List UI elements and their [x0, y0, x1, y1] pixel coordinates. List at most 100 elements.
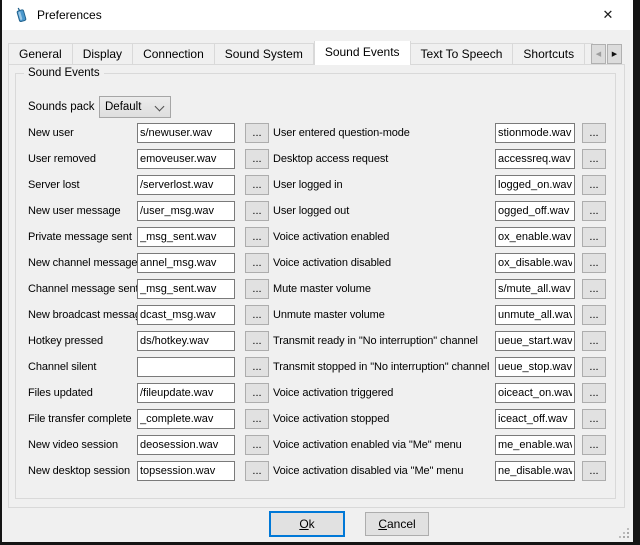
ok-button[interactable]: Ok: [269, 511, 345, 537]
tab-sound-system[interactable]: Sound System: [215, 43, 314, 65]
tab-sound-events[interactable]: Sound Events: [314, 41, 411, 65]
browse-button-right[interactable]: ...: [582, 123, 606, 143]
event-label-right: Mute master volume: [273, 283, 495, 295]
browse-button-right[interactable]: ...: [582, 305, 606, 325]
sound-file-input-left[interactable]: [137, 175, 235, 195]
tab-shortcuts[interactable]: Shortcuts: [513, 43, 585, 65]
sound-file-input-left[interactable]: [137, 123, 235, 143]
sound-file-input-right[interactable]: [495, 279, 575, 299]
sound-file-input-right[interactable]: [495, 253, 575, 273]
tab-scroll-right-icon[interactable]: ▶: [607, 44, 622, 64]
sound-file-input-right[interactable]: [495, 227, 575, 247]
event-label-left: Server lost: [28, 179, 137, 191]
browse-button-left[interactable]: ...: [245, 201, 269, 221]
event-label-left: User removed: [28, 153, 137, 165]
sound-event-row: New channel message ... Voice activation…: [28, 253, 615, 273]
sounds-pack-row: Sounds pack Default: [28, 96, 615, 118]
sound-file-input-left[interactable]: [137, 227, 235, 247]
close-button[interactable]: ✕: [589, 0, 627, 30]
event-label-left: Files updated: [28, 387, 137, 399]
browse-button-right[interactable]: ...: [582, 149, 606, 169]
sound-file-input-left[interactable]: [137, 461, 235, 481]
event-label-right: User entered question-mode: [273, 127, 495, 139]
browse-button-left[interactable]: ...: [245, 435, 269, 455]
browse-button-left[interactable]: ...: [245, 149, 269, 169]
sound-file-input-right[interactable]: [495, 461, 575, 481]
sound-file-input-right[interactable]: [495, 201, 575, 221]
browse-button-right[interactable]: ...: [582, 461, 606, 481]
browse-button-right[interactable]: ...: [582, 357, 606, 377]
sound-file-input-right[interactable]: [495, 435, 575, 455]
sound-file-input-left[interactable]: [137, 383, 235, 403]
tab-display[interactable]: Display: [73, 43, 133, 65]
sound-file-input-right[interactable]: [495, 331, 575, 351]
tab-connection[interactable]: Connection: [133, 43, 215, 65]
browse-button-left[interactable]: ...: [245, 357, 269, 377]
event-label-right: Desktop access request: [273, 153, 495, 165]
sound-file-input-left[interactable]: [137, 357, 235, 377]
browse-button-right[interactable]: ...: [582, 279, 606, 299]
cancel-button[interactable]: Cancel: [365, 512, 429, 536]
browse-button-right[interactable]: ...: [582, 435, 606, 455]
browse-button-right[interactable]: ...: [582, 253, 606, 273]
browse-button-right[interactable]: ...: [582, 331, 606, 351]
browse-button-right[interactable]: ...: [582, 227, 606, 247]
sound-file-input-left[interactable]: [137, 305, 235, 325]
sounds-pack-label: Sounds pack: [28, 101, 99, 113]
sound-file-input-left[interactable]: [137, 201, 235, 221]
sound-event-row: File transfer complete ... Voice activat…: [28, 409, 615, 429]
sound-event-row: New desktop session ... Voice activation…: [28, 461, 615, 481]
sound-file-input-left[interactable]: [137, 279, 235, 299]
sound-file-input-left[interactable]: [137, 149, 235, 169]
event-label-left: Private message sent: [28, 231, 137, 243]
sound-event-row: New user ... User entered question-mode …: [28, 123, 615, 143]
browse-button-left[interactable]: ...: [245, 175, 269, 195]
browse-button-right[interactable]: ...: [582, 201, 606, 221]
tab-text-to-speech[interactable]: Text To Speech: [411, 43, 514, 65]
sound-event-row: Channel message sent ... Mute master vol…: [28, 279, 615, 299]
browse-button-left[interactable]: ...: [245, 409, 269, 429]
event-label-left: New channel message: [28, 257, 137, 269]
sound-events-groupbox: Sound Events Sounds pack Default New use…: [15, 73, 616, 499]
sounds-pack-select[interactable]: Default: [99, 96, 171, 118]
chevron-down-icon: [155, 102, 165, 112]
sound-file-input-right[interactable]: [495, 175, 575, 195]
sound-event-row: Files updated ... Voice activation trigg…: [28, 383, 615, 403]
event-label-right: User logged in: [273, 179, 495, 191]
sound-file-input-left[interactable]: [137, 435, 235, 455]
browse-button-right[interactable]: ...: [582, 175, 606, 195]
browse-button-left[interactable]: ...: [245, 331, 269, 351]
groupbox-title: Sound Events: [24, 67, 104, 79]
window-title: Preferences: [37, 8, 102, 22]
browse-button-left[interactable]: ...: [245, 253, 269, 273]
sound-file-input-left[interactable]: [137, 409, 235, 429]
browse-button-right[interactable]: ...: [582, 383, 606, 403]
sound-event-row: Channel silent ... Transmit stopped in "…: [28, 357, 615, 377]
sound-file-input-left[interactable]: [137, 253, 235, 273]
sound-events-pane: Sound Events Sounds pack Default New use…: [8, 64, 625, 508]
event-label-right: Voice activation disabled: [273, 257, 495, 269]
browse-button-right[interactable]: ...: [582, 409, 606, 429]
sound-file-input-right[interactable]: [495, 357, 575, 377]
resize-grip-icon[interactable]: [627, 536, 629, 538]
browse-button-left[interactable]: ...: [245, 461, 269, 481]
sound-event-row: User removed ... Desktop access request …: [28, 149, 615, 169]
browse-button-left[interactable]: ...: [245, 279, 269, 299]
browse-button-left[interactable]: ...: [245, 123, 269, 143]
app-icon: [13, 7, 29, 23]
event-label-left: File transfer complete: [28, 413, 137, 425]
browse-button-left[interactable]: ...: [245, 227, 269, 247]
event-label-left: Hotkey pressed: [28, 335, 137, 347]
sound-file-input-right[interactable]: [495, 409, 575, 429]
sound-file-input-right[interactable]: [495, 123, 575, 143]
sound-file-input-left[interactable]: [137, 331, 235, 351]
browse-button-left[interactable]: ...: [245, 305, 269, 325]
tab-general[interactable]: General: [8, 43, 73, 65]
sound-event-row: Hotkey pressed ... Transmit ready in "No…: [28, 331, 615, 351]
sound-file-input-right[interactable]: [495, 383, 575, 403]
browse-button-left[interactable]: ...: [245, 383, 269, 403]
sound-file-input-right[interactable]: [495, 149, 575, 169]
tab-bar: GeneralDisplayConnectionSound SystemSoun…: [8, 41, 593, 65]
sound-file-input-right[interactable]: [495, 305, 575, 325]
sound-event-row: New user message ... User logged out ...: [28, 201, 615, 221]
